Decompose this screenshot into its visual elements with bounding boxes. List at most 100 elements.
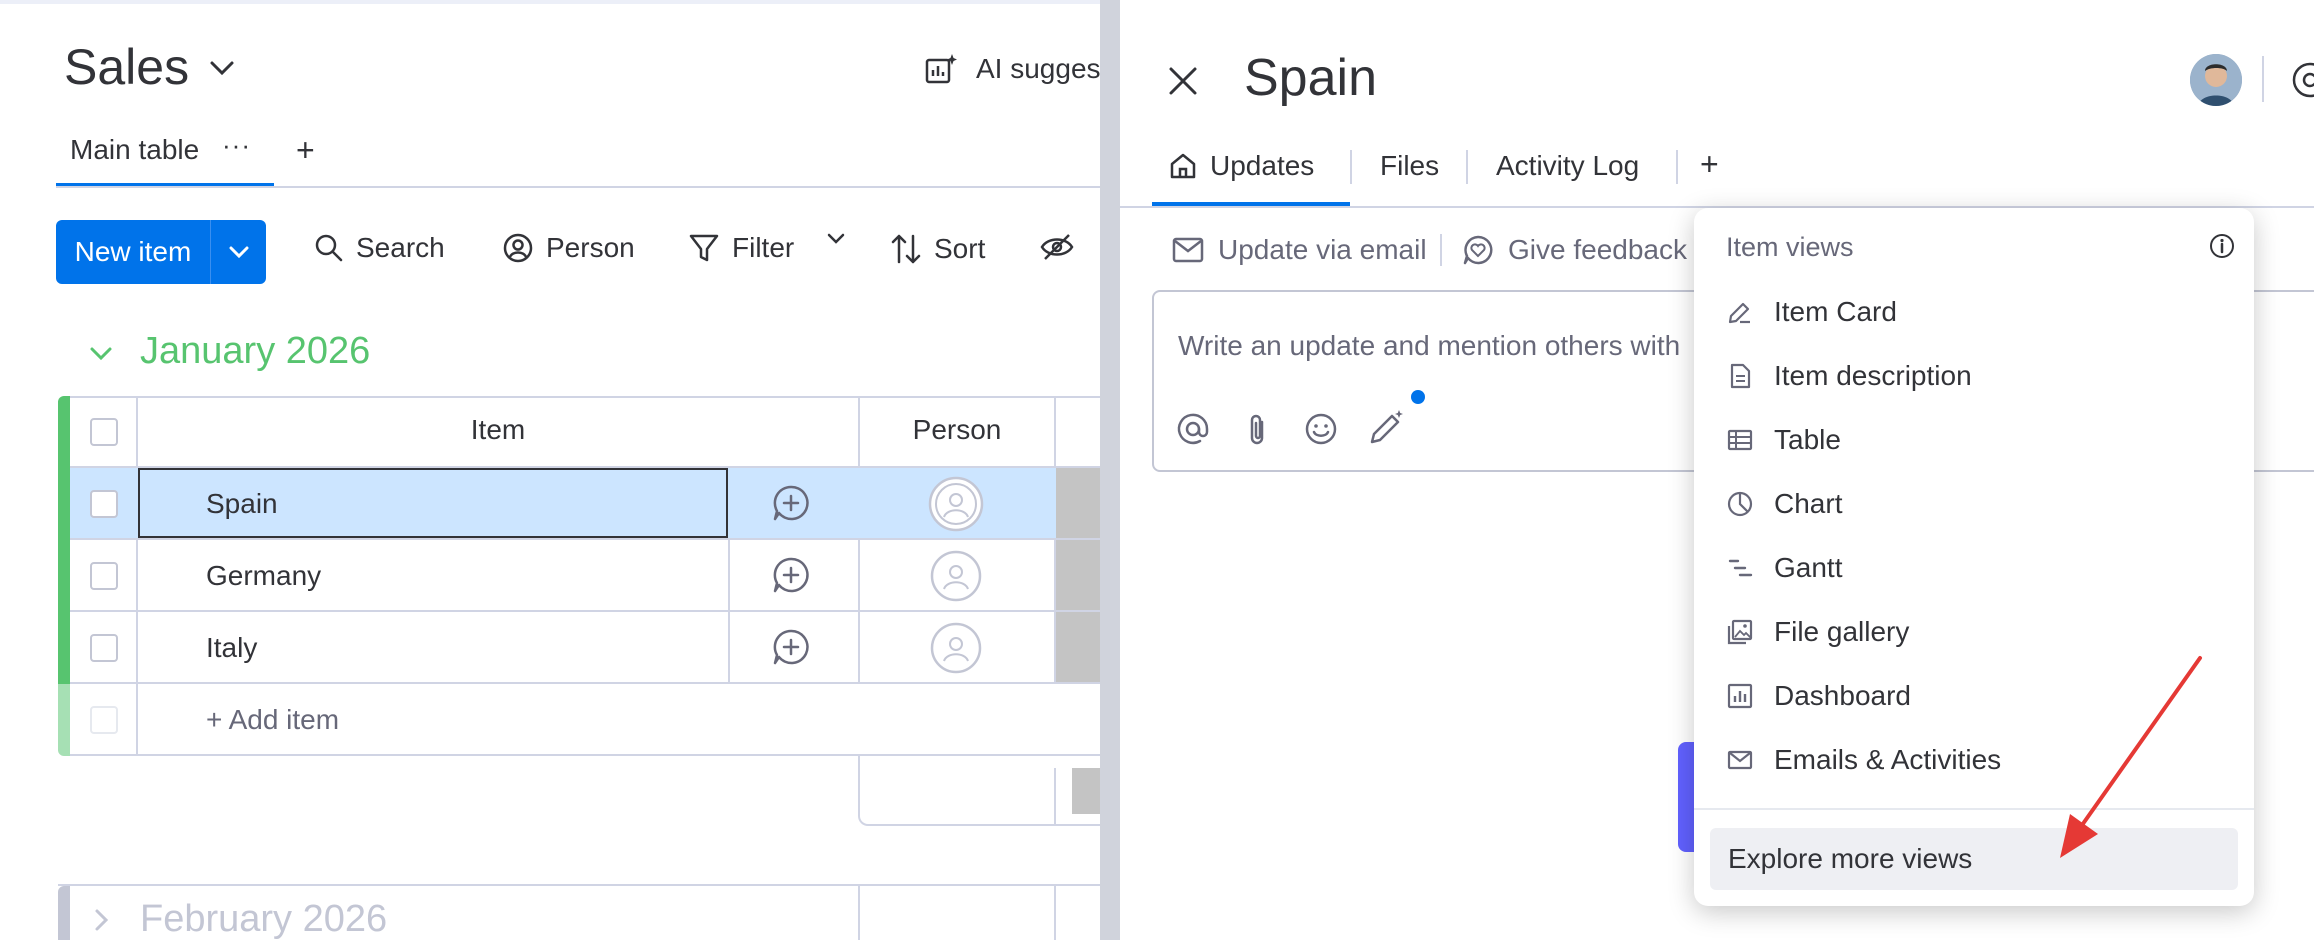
status-cell[interactable]	[1056, 468, 1100, 538]
menu-item-label: Dashboard	[1774, 680, 1911, 711]
menu-item-item-description[interactable]: Item description	[1726, 360, 1972, 392]
col-divider	[1054, 886, 1056, 940]
table-row[interactable]: Italy	[58, 612, 1100, 684]
status-cell[interactable]	[1056, 540, 1100, 610]
group-color-stripe	[58, 886, 70, 940]
document-icon	[1726, 362, 1754, 390]
add-update-icon[interactable]	[772, 484, 810, 522]
mention-icon[interactable]	[1176, 412, 1210, 446]
menu-item-chart[interactable]: Chart	[1726, 488, 1842, 520]
tab-activity-log[interactable]: Activity Log	[1496, 150, 1639, 182]
summary-row	[858, 756, 1100, 826]
person-filter-button[interactable]: Person	[502, 232, 635, 264]
avatar[interactable]	[2190, 54, 2242, 106]
search-button[interactable]: Search	[314, 232, 445, 264]
sort-button[interactable]: Sort	[890, 232, 985, 266]
tab-separator	[1466, 150, 1468, 184]
select-all-checkbox[interactable]	[90, 418, 118, 446]
sort-icon	[890, 232, 922, 266]
person-avatar-placeholder[interactable]	[930, 550, 982, 602]
item-name[interactable]: Italy	[206, 632, 257, 664]
ai-sparkle-icon	[924, 52, 958, 86]
group-title[interactable]: January 2026	[140, 330, 370, 373]
column-header-item[interactable]: Item	[138, 414, 858, 446]
row-checkbox[interactable]	[90, 490, 118, 518]
attachment-icon[interactable]	[1244, 412, 1270, 448]
menu-item-label: Chart	[1774, 488, 1843, 519]
tab-files[interactable]: Files	[1380, 150, 1439, 182]
person-avatar-placeholder[interactable]	[930, 622, 982, 674]
ai-write-icon[interactable]	[1366, 408, 1406, 448]
menu-item-emails-activities[interactable]: Emails & Activities	[1726, 744, 2001, 776]
menu-item-file-gallery[interactable]: File gallery	[1726, 616, 1909, 648]
chart-icon	[1726, 490, 1754, 518]
filter-button[interactable]: Filter	[688, 232, 794, 264]
menu-item-gantt[interactable]: Gantt	[1726, 552, 1842, 584]
person-label: Person	[546, 232, 635, 263]
more-options-icon[interactable]: ···	[222, 130, 251, 161]
chevron-down-icon[interactable]	[211, 220, 266, 284]
emoji-icon[interactable]	[1304, 412, 1338, 446]
col-divider	[858, 886, 860, 940]
sort-label: Sort	[934, 233, 986, 264]
search-label: Search	[356, 232, 445, 263]
dashboard-icon	[1726, 682, 1754, 710]
divider	[2262, 56, 2264, 102]
home-icon	[1168, 151, 1198, 181]
table-row[interactable]: Germany	[58, 540, 1100, 612]
add-item-row[interactable]: + Add item	[58, 684, 1100, 756]
add-view-button[interactable]: +	[296, 132, 315, 169]
collapse-group-icon[interactable]	[88, 344, 114, 362]
ai-suggest-button[interactable]: AI sugges	[924, 52, 1100, 86]
board-area: Sales AI sugges Main table ··· + New ite…	[0, 0, 1100, 940]
give-feedback-label: Give feedback	[1508, 234, 1687, 265]
menu-item-item-card[interactable]: Item Card	[1726, 296, 1897, 328]
next-group-title[interactable]: February 2026	[140, 898, 387, 940]
panel-title[interactable]: Spain	[1244, 48, 1377, 108]
update-via-email-label: Update via email	[1218, 234, 1427, 265]
filter-dropdown[interactable]	[826, 232, 846, 246]
menu-item-dashboard[interactable]: Dashboard	[1726, 680, 1911, 712]
menu-item-label: Item Card	[1774, 296, 1897, 327]
feedback-icon	[1462, 234, 1494, 266]
tab-separator	[1676, 150, 1678, 184]
close-icon[interactable]	[1166, 64, 1200, 98]
row-checkbox[interactable]	[90, 562, 118, 590]
add-update-icon[interactable]	[772, 628, 810, 666]
tab-main-table[interactable]: Main table	[70, 134, 199, 166]
hide-button[interactable]	[1040, 232, 1074, 262]
column-header-person[interactable]: Person	[860, 414, 1054, 446]
row-checkbox-disabled	[90, 706, 118, 734]
person-avatar-placeholder[interactable]	[928, 476, 984, 532]
tab-updates-label: Updates	[1210, 150, 1315, 181]
add-item-input[interactable]: + Add item	[206, 704, 339, 736]
ai-suggest-label: AI sugges	[976, 53, 1100, 84]
table-row[interactable]: Spain	[58, 468, 1100, 540]
menu-header: Item views	[1726, 232, 1854, 262]
row-checkbox[interactable]	[90, 634, 118, 662]
chevron-down-icon[interactable]	[208, 58, 236, 78]
gallery-icon	[1726, 618, 1754, 646]
chevron-right-icon[interactable]	[94, 908, 110, 932]
item-name[interactable]: Germany	[206, 560, 321, 592]
menu-item-label: File gallery	[1774, 616, 1910, 647]
gantt-icon	[1726, 554, 1754, 582]
item-name[interactable]: Spain	[206, 488, 278, 520]
tab-updates[interactable]: Updates	[1168, 150, 1314, 182]
chat-icon[interactable]	[2290, 60, 2314, 100]
info-icon[interactable]	[2208, 232, 2236, 260]
pencil-icon	[1726, 298, 1754, 326]
filter-icon	[688, 232, 720, 264]
add-tab-button[interactable]: +	[1700, 146, 1719, 183]
menu-item-table[interactable]: Table	[1726, 424, 1841, 456]
update-via-email-button[interactable]: Update via email	[1172, 234, 1427, 266]
new-item-label[interactable]: New item	[56, 220, 210, 284]
add-update-icon[interactable]	[772, 556, 810, 594]
status-cell[interactable]	[1056, 612, 1100, 682]
annotation-arrow	[2030, 650, 2230, 870]
give-feedback-button[interactable]: Give feedback	[1462, 234, 1687, 266]
board-title[interactable]: Sales	[64, 38, 189, 96]
mail-icon	[1172, 237, 1204, 263]
new-item-button[interactable]: New item	[56, 220, 266, 284]
editor-placeholder[interactable]: Write an update and mention others with	[1178, 330, 1680, 362]
